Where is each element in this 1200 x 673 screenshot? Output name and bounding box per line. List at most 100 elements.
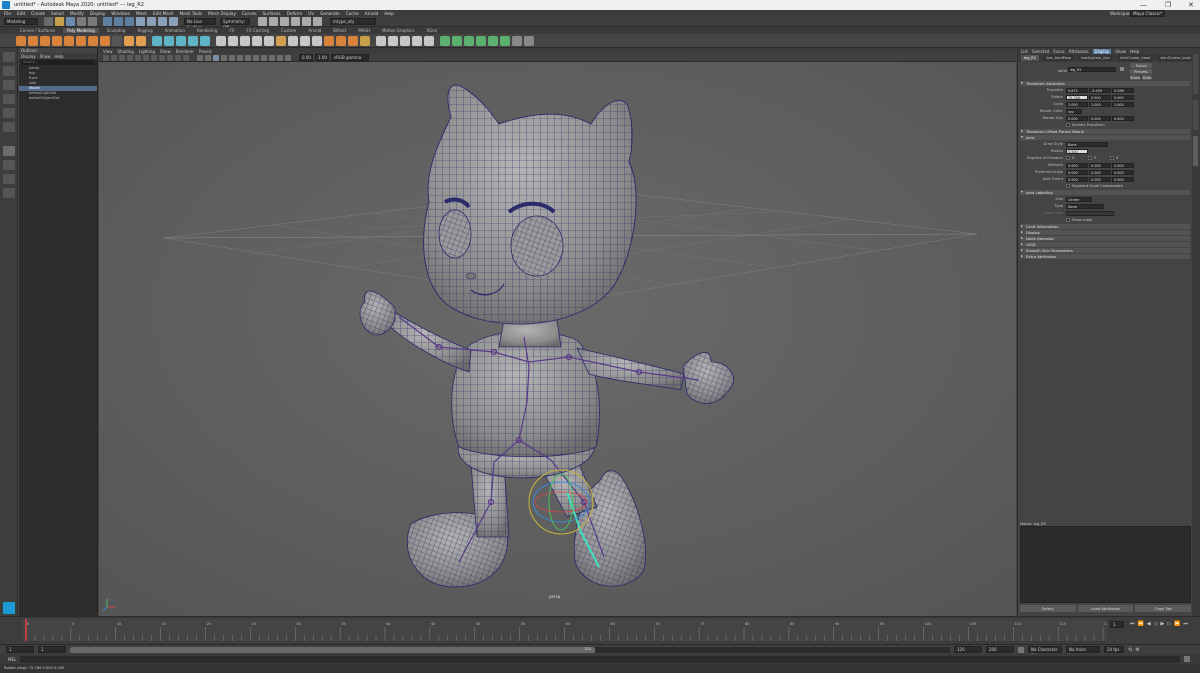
select-component-icon[interactable] (125, 17, 134, 26)
append-polygon-icon[interactable] (252, 35, 262, 46)
select-tool-icon[interactable] (3, 52, 15, 62)
radius-field[interactable]: 0.500 (1066, 148, 1088, 154)
poly-plane-icon[interactable] (76, 35, 86, 46)
lasso-tool-icon[interactable] (3, 66, 15, 76)
textured-icon[interactable] (221, 54, 227, 61)
minimize-button[interactable]: — (1140, 0, 1147, 10)
rotate-x-field[interactable]: 75.786 (1066, 94, 1088, 100)
play-forwards-icon[interactable]: ▶ (1160, 621, 1164, 627)
attr-tab-leg-r2[interactable]: leg_R2 (1021, 55, 1040, 61)
anim-layer-dropdown[interactable]: No Anim Layer (1066, 646, 1100, 658)
save-scene-icon[interactable] (66, 17, 75, 26)
rotate-axis-z-field[interactable]: 0.000 (1112, 115, 1134, 121)
bookmark-icon[interactable] (119, 54, 125, 61)
translate-x-field[interactable]: 0.872 (1066, 87, 1088, 93)
time-slider-ticks[interactable]: 0 5 10 15 20 25 30 35 40 45 50 55 60 65 70 75 80 85 90 95 10… (22, 619, 1107, 641)
shelf-tab-motion-graphics[interactable]: Motion Graphics (378, 28, 419, 33)
load-attributes-button[interactable]: Load Attributes (1077, 605, 1134, 612)
viewport-menu-lighting[interactable]: Lighting (139, 49, 155, 54)
gamma-field[interactable]: 1.00 (315, 54, 329, 61)
quad-draw-icon[interactable] (348, 35, 358, 46)
attr-tab-hair-system[interactable]: hairSystem_eye (1078, 55, 1113, 61)
range-inner-end-field[interactable]: 120 (954, 646, 982, 653)
translate-z-field[interactable]: 0.096 (1112, 87, 1134, 93)
current-frame-field[interactable]: 1 (1110, 620, 1124, 628)
delete-history-icon[interactable] (512, 35, 522, 46)
smooth-brush-icon[interactable] (452, 35, 462, 46)
section-joint[interactable]: Joint (1020, 135, 1190, 140)
field-chart-icon[interactable] (167, 54, 173, 61)
range-inner-start-field[interactable]: 1 (38, 646, 66, 653)
menu-create[interactable]: Create (31, 11, 45, 16)
grid-icon[interactable] (135, 54, 141, 61)
film-gate-icon[interactable] (143, 54, 149, 61)
menu-file[interactable]: File (4, 11, 11, 16)
camera-select-icon[interactable] (103, 54, 109, 61)
extrude-icon[interactable] (216, 35, 226, 46)
hide-button[interactable]: Hide (1142, 75, 1152, 80)
section-uuid[interactable]: UUID (1020, 242, 1190, 247)
attr-tab-skin-cluster-body[interactable]: skinCluster_body (1157, 55, 1195, 61)
menu-curves[interactable]: Curves (242, 11, 257, 16)
smooth-shade-icon[interactable] (205, 54, 211, 61)
render-view-icon[interactable] (258, 17, 267, 26)
type-icon[interactable] (124, 35, 134, 46)
poly-cube-icon[interactable] (28, 35, 38, 46)
redo-icon[interactable] (88, 17, 97, 26)
menu-select[interactable]: Select (51, 11, 64, 16)
make-hole-icon[interactable] (276, 35, 286, 46)
section-offset-parent-matrix[interactable]: Transform Offset Parent Matrix (1020, 129, 1190, 134)
viewport-menu-panels[interactable]: Panels (199, 49, 212, 54)
script-editor-icon[interactable] (1184, 656, 1191, 662)
stiffness-z-field[interactable]: 0.000 (1112, 162, 1134, 168)
shelf-tab-fx[interactable]: FX (225, 28, 238, 33)
target-weld-icon[interactable] (324, 35, 334, 46)
poly-torus-icon[interactable] (64, 35, 74, 46)
select-button[interactable]: Select (1020, 605, 1076, 612)
section-node-behavior[interactable]: Node Behavior (1020, 236, 1190, 241)
outliner-menu-display[interactable]: Display (21, 54, 36, 59)
open-scene-icon[interactable] (55, 17, 64, 26)
go-to-end-icon[interactable]: ⏭ (1183, 621, 1188, 627)
viewport-menu-renderer[interactable]: Renderer (176, 49, 194, 54)
presets-button[interactable]: Presets (1130, 69, 1152, 74)
node-name-field[interactable]: leg_R2 (1068, 67, 1116, 72)
poly-disc-icon[interactable] (88, 35, 98, 46)
viewport-canvas[interactable] (99, 62, 1016, 616)
exposure-field[interactable]: 0.00 (299, 54, 313, 61)
sculpt-icon[interactable] (440, 35, 450, 46)
section-limit-information[interactable]: Limit Information (1020, 224, 1190, 229)
notes-textarea[interactable] (1020, 526, 1191, 603)
new-scene-icon[interactable] (44, 17, 53, 26)
segment-scale-checkbox[interactable] (1066, 184, 1070, 188)
rotate-tool-icon[interactable] (3, 108, 15, 118)
dof-z-checkbox[interactable] (1110, 156, 1114, 160)
copy-tab-button[interactable]: Copy Tab (1135, 605, 1192, 612)
preferred-angle-x-field[interactable]: 0.000 (1066, 169, 1088, 175)
side-tab-channel-box[interactable] (1193, 54, 1198, 94)
wireframe-on-shaded-icon[interactable] (213, 54, 219, 61)
range-settings-icon[interactable] (1018, 646, 1024, 653)
poly-sphere-icon[interactable] (16, 35, 26, 46)
separate-icon[interactable] (164, 35, 174, 46)
select-object-icon[interactable] (114, 17, 123, 26)
undo-icon[interactable] (77, 17, 86, 26)
rotate-z-field[interactable]: 0.000 (1112, 94, 1134, 100)
persp-graph-layout-icon[interactable] (3, 188, 15, 198)
object-dropdown[interactable]: mtype_obj (330, 18, 376, 25)
combine-icon[interactable] (152, 35, 162, 46)
insert-edge-loop-icon[interactable] (300, 35, 310, 46)
shelf-tab-fx-caching[interactable]: FX Caching (243, 28, 273, 33)
rotate-axis-y-field[interactable]: 0.000 (1089, 115, 1111, 121)
mirror-icon[interactable] (200, 35, 210, 46)
hypershade-icon[interactable] (302, 17, 311, 26)
side-dropdown[interactable]: Center (1066, 196, 1092, 202)
multi-cut-icon[interactable] (288, 35, 298, 46)
preferred-angle-z-field[interactable]: 0.000 (1112, 169, 1134, 175)
menu-display[interactable]: Display (90, 11, 105, 16)
camera-attributes-icon[interactable] (111, 54, 117, 61)
step-forward-key-icon[interactable]: ⏩ (1174, 621, 1180, 627)
section-smooth-skin[interactable]: Smooth Skin Parameters (1020, 248, 1190, 253)
shadows-icon[interactable] (237, 54, 243, 61)
scale-z-field[interactable]: 1.000 (1112, 101, 1134, 107)
